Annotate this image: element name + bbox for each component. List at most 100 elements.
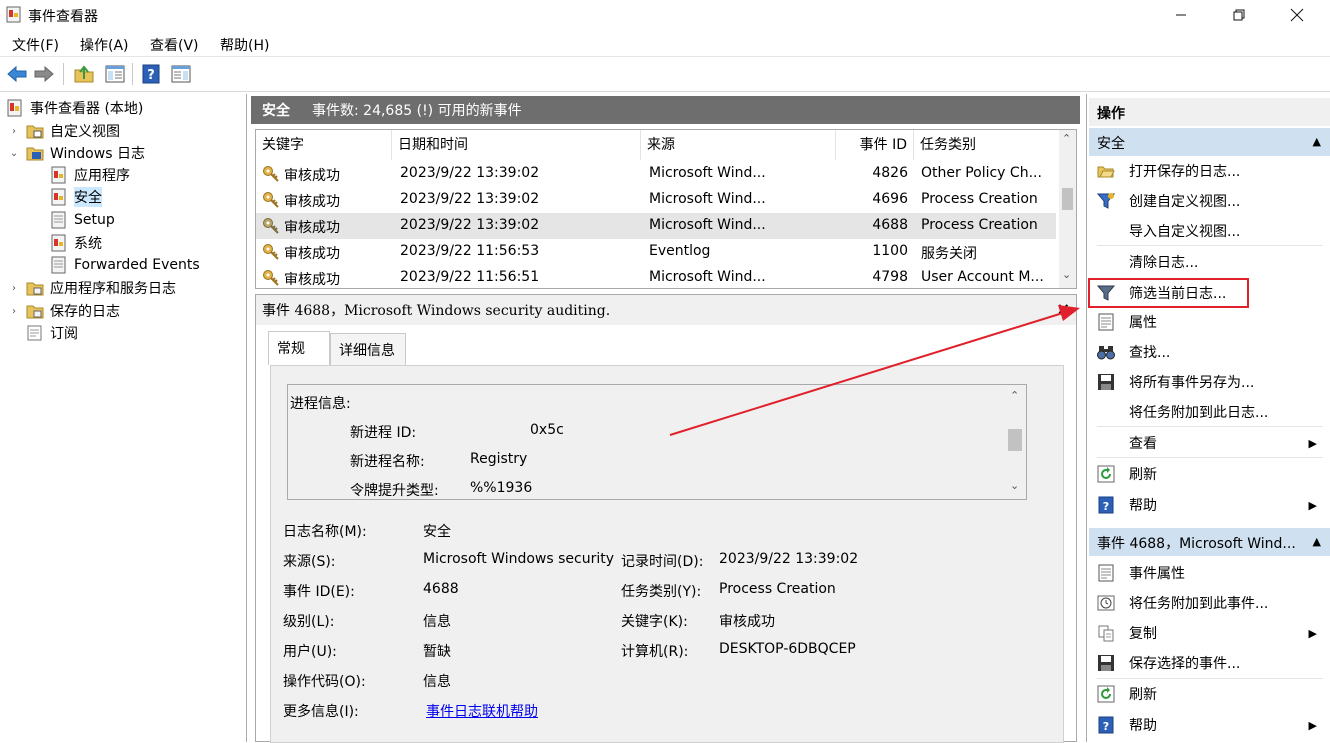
cell-datetime: 2023/9/22 13:39:02 <box>400 165 540 181</box>
online-help-link[interactable]: 事件日志联机帮助 <box>426 701 538 721</box>
action-label: 保存选择的事件... <box>1129 656 1241 672</box>
action-event-properties[interactable]: 事件属性 <box>1089 559 1330 587</box>
table-row[interactable]: 审核成功 2023/9/22 13:39:02 Microsoft Wind..… <box>256 161 1056 187</box>
action-import-custom-view[interactable]: 导入自定义视图... <box>1089 217 1330 245</box>
field-value: 信息 <box>423 674 451 690</box>
tree-label: 自定义视图 <box>50 124 120 140</box>
action-copy[interactable]: 复制 ▶ <box>1089 619 1330 647</box>
table-row[interactable]: 审核成功 2023/9/22 11:56:53 Eventlog 1100 服务… <box>256 239 1056 265</box>
field-value: DESKTOP-6DBQCEP <box>719 641 856 657</box>
annotation-highlight-box <box>1088 278 1249 308</box>
title-bar: 事件查看器 <box>0 0 1330 30</box>
column-header-source[interactable]: 来源 <box>641 130 836 160</box>
tree-item-system[interactable]: 系统 <box>50 232 102 254</box>
table-row-selected[interactable]: 审核成功 2023/9/22 13:39:02 Microsoft Wind..… <box>256 213 1056 239</box>
column-header-datetime[interactable]: 日期和时间 <box>392 130 641 160</box>
scroll-thumb[interactable] <box>1008 429 1022 451</box>
action-pane-icon[interactable] <box>170 63 192 85</box>
action-create-custom-view[interactable]: 创建自定义视图... <box>1089 187 1330 215</box>
action-refresh[interactable]: 刷新 <box>1089 460 1330 488</box>
desc-label: 令牌提升类型: <box>350 483 439 499</box>
expand-arrow-icon[interactable]: › <box>8 126 20 137</box>
tab-details[interactable]: 详细信息 <box>330 333 406 365</box>
column-header-task[interactable]: 任务类别 <box>914 130 1060 160</box>
tree-item-security[interactable]: 安全 <box>50 186 102 208</box>
key-icon <box>262 243 280 261</box>
action-properties[interactable]: 属性 <box>1089 308 1330 336</box>
field-label: 日志名称(M): <box>283 524 367 540</box>
tab-general[interactable]: 常规 <box>268 331 330 365</box>
tree-root[interactable]: 事件查看器 (本地) <box>6 97 143 119</box>
expand-arrow-icon[interactable]: › <box>8 306 20 317</box>
tree-item-application[interactable]: 应用程序 <box>50 164 130 186</box>
menu-file[interactable]: 文件(F) <box>12 35 59 55</box>
key-icon <box>262 217 280 235</box>
actions-section-event[interactable]: 事件 4688，Microsoft Wind... ▲ <box>1089 528 1330 556</box>
scroll-down-icon[interactable]: ⌄ <box>1062 268 1071 281</box>
field-value: Process Creation <box>719 581 836 597</box>
action-help[interactable]: ? 帮助 ▶ <box>1089 491 1330 519</box>
tree-item-forwarded-events[interactable]: Forwarded Events <box>50 254 200 276</box>
action-open-saved-log[interactable]: 打开保存的日志... <box>1089 157 1330 185</box>
help-icon[interactable]: ? <box>140 63 162 85</box>
collapse-arrow-icon[interactable]: ⌄ <box>8 148 20 159</box>
scroll-up-icon[interactable]: ⌃ <box>1062 132 1071 145</box>
divider <box>1097 678 1323 679</box>
tree-item-subscriptions[interactable]: 订阅 <box>26 322 78 344</box>
field-value: 4688 <box>423 581 459 597</box>
actions-section-security[interactable]: 安全 ▲ <box>1089 128 1330 156</box>
action-refresh-event[interactable]: 刷新 <box>1089 680 1330 708</box>
collapse-icon[interactable]: ▲ <box>1313 535 1321 548</box>
tree-label: Setup <box>74 212 115 228</box>
back-icon[interactable] <box>6 63 28 85</box>
action-save-all-events[interactable]: 将所有事件另存为... <box>1089 368 1330 396</box>
action-find[interactable]: 查找... <box>1089 338 1330 366</box>
close-button[interactable] <box>1268 0 1326 30</box>
tree-label: Windows 日志 <box>50 146 145 162</box>
cell-datetime: 2023/9/22 13:39:02 <box>400 191 540 207</box>
properties-icon <box>1097 564 1115 582</box>
cell-task: Process Creation <box>921 191 1038 207</box>
maximize-button[interactable] <box>1210 0 1268 30</box>
table-row[interactable]: 审核成功 2023/9/22 11:56:51 Microsoft Wind..… <box>256 265 1056 288</box>
action-clear-log[interactable]: 清除日志... <box>1089 248 1330 276</box>
column-header-keyword[interactable]: 关键字 <box>256 130 392 160</box>
properties-icon <box>1097 313 1115 331</box>
tree-item-app-service-logs[interactable]: › 应用程序和服务日志 <box>8 277 176 299</box>
action-label: 导入自定义视图... <box>1129 224 1241 240</box>
close-icon[interactable]: × <box>1057 299 1070 318</box>
scroll-down-icon[interactable]: ⌄ <box>1010 479 1019 492</box>
scroll-thumb[interactable] <box>1062 188 1073 210</box>
action-label: 打开保存的日志... <box>1129 164 1241 180</box>
tree-item-saved-logs[interactable]: › 保存的日志 <box>8 300 120 322</box>
tree-item-windows-logs[interactable]: ⌄ Windows 日志 <box>8 142 145 164</box>
expand-arrow-icon[interactable]: › <box>8 283 20 294</box>
minimize-button[interactable] <box>1152 0 1210 30</box>
scroll-up-icon[interactable]: ⌃ <box>1010 389 1019 402</box>
menu-help[interactable]: 帮助(H) <box>220 35 269 55</box>
forward-icon[interactable] <box>33 63 55 85</box>
field-value: 信息 <box>423 614 451 630</box>
action-view[interactable]: 查看 ▶ <box>1089 429 1330 457</box>
action-attach-task-to-log[interactable]: 将任务附加到此日志... <box>1089 398 1330 426</box>
tree-item-custom-views[interactable]: › 自定义视图 <box>8 120 120 142</box>
column-header-event-id[interactable]: 事件 ID <box>836 130 914 160</box>
tree-label: 应用程序 <box>74 168 130 184</box>
action-help-event[interactable]: ? 帮助 ▶ <box>1089 711 1330 739</box>
events-scrollbar[interactable]: ⌃ ⌄ <box>1059 130 1076 288</box>
key-icon <box>262 165 280 183</box>
tree-item-setup[interactable]: Setup <box>50 209 115 231</box>
cell-source: Microsoft Wind... <box>649 191 766 207</box>
action-attach-task-to-event[interactable]: 将任务附加到此事件... <box>1089 589 1330 617</box>
event-description-box[interactable]: 进程信息: 新进程 ID: 0x5c 新进程名称: Registry 令牌提升类… <box>287 384 1027 500</box>
console-tree-icon[interactable] <box>104 63 126 85</box>
action-save-selected-events[interactable]: 保存选择的事件... <box>1089 649 1330 677</box>
copy-icon <box>1097 624 1115 642</box>
folder-up-icon[interactable] <box>73 63 95 85</box>
menu-action[interactable]: 操作(A) <box>80 35 129 55</box>
collapse-icon[interactable]: ▲ <box>1313 135 1321 148</box>
desc-scrollbar[interactable]: ⌃ ⌄ <box>1004 385 1026 499</box>
folder-icon <box>26 279 44 297</box>
menu-view[interactable]: 查看(V) <box>150 35 199 55</box>
table-row[interactable]: 审核成功 2023/9/22 13:39:02 Microsoft Wind..… <box>256 187 1056 213</box>
